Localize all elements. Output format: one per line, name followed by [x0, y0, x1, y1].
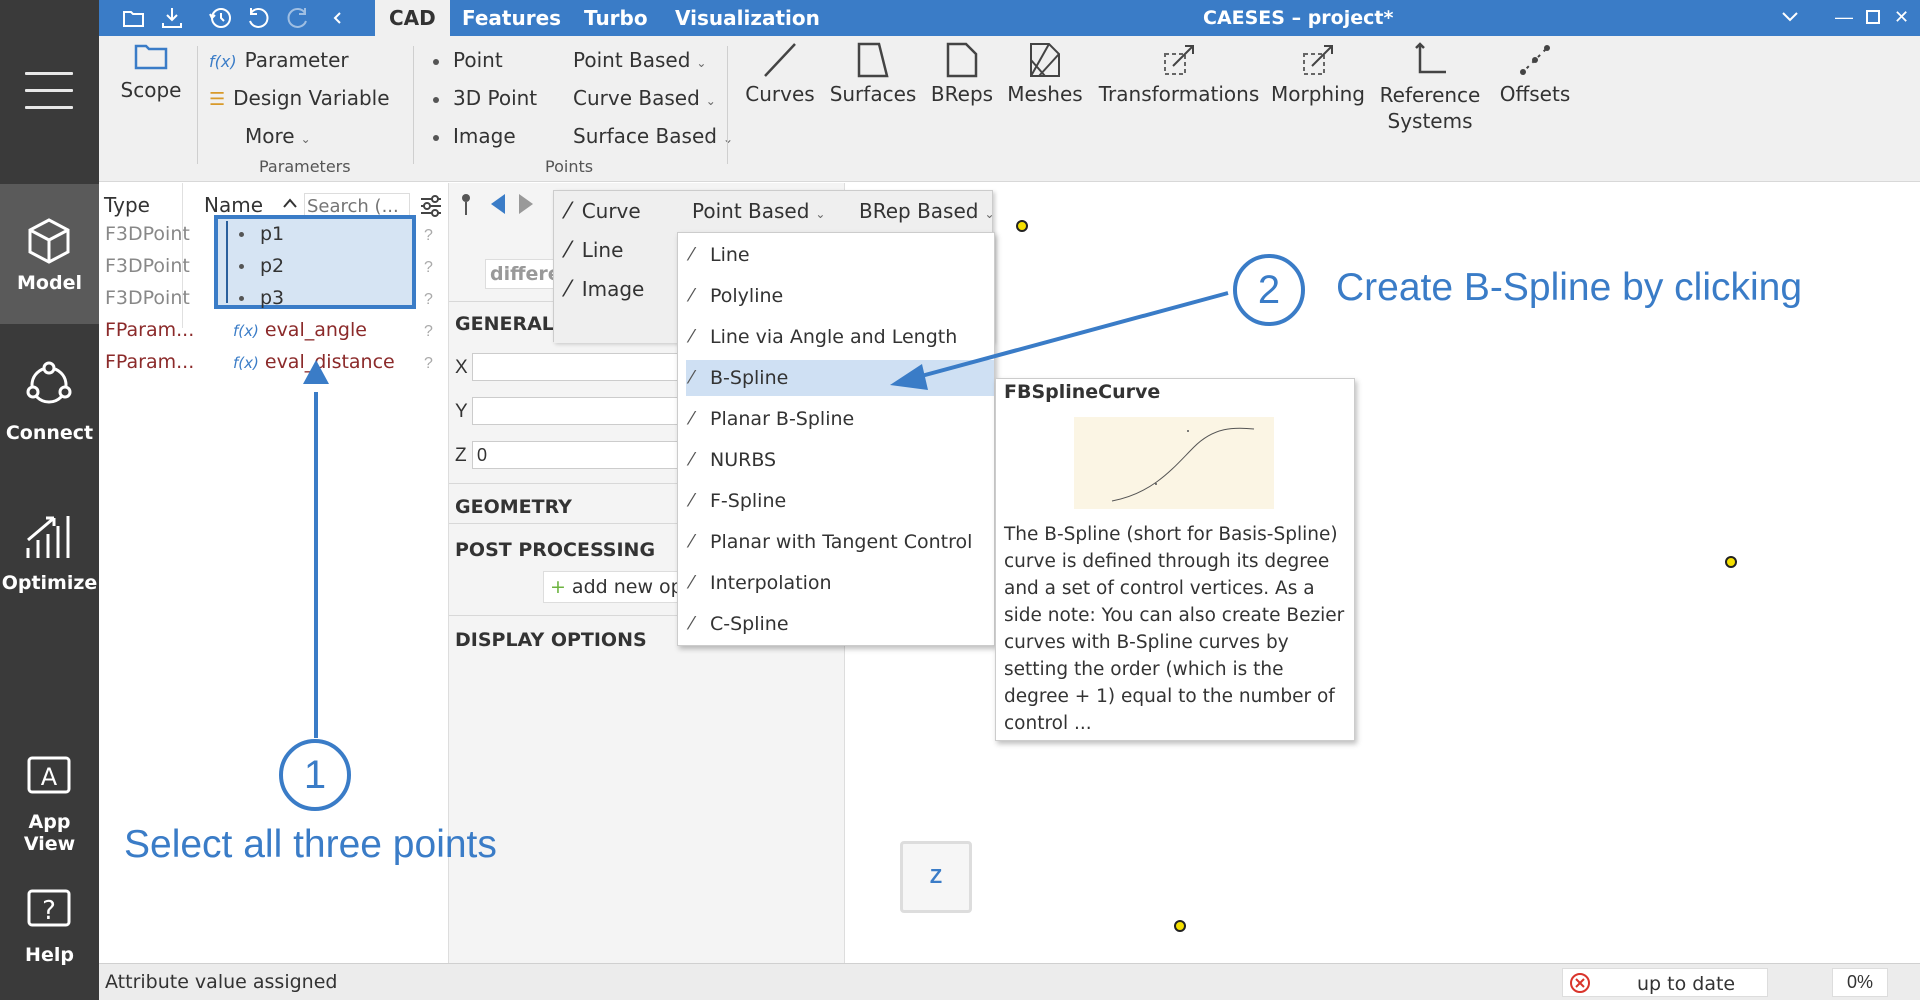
progress-indicator: 0%: [1832, 968, 1888, 997]
update-status[interactable]: up to date: [1562, 968, 1768, 997]
step-1-marker: 1: [279, 739, 351, 811]
status-message: Attribute value assigned: [105, 971, 338, 993]
step-2-marker: 2: [1233, 254, 1305, 326]
step-1-text: Select all three points: [124, 823, 497, 866]
step-2-text: Create B-Spline by clicking: [1336, 266, 1803, 309]
status-bar: Attribute value assigned up to date 0%: [99, 963, 1920, 1000]
update-status-label: up to date: [1637, 973, 1736, 995]
error-circle-icon: [1570, 973, 1590, 993]
